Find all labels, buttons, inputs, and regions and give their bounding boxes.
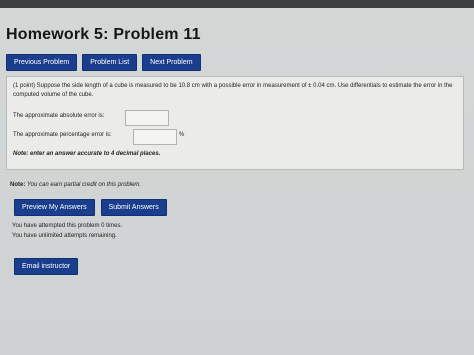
accuracy-note: Note: enter an answer accurate to 4 deci… bbox=[13, 151, 161, 157]
partial-credit-note-text: You can earn partial credit on this prob… bbox=[27, 182, 142, 188]
abs-error-row: The approximate absolute error is: bbox=[13, 110, 104, 122]
problem-panel: (1 point) Suppose the side length of a c… bbox=[6, 76, 464, 170]
problem-list-button[interactable]: Problem List bbox=[82, 54, 138, 71]
next-problem-button[interactable]: Next Problem bbox=[142, 54, 201, 71]
partial-credit-note: Note: You can earn partial credit on thi… bbox=[10, 182, 141, 188]
abs-error-label: The approximate absolute error is: bbox=[13, 113, 105, 119]
browser-top-strip bbox=[0, 0, 474, 8]
previous-problem-button[interactable]: Previous Problem bbox=[6, 54, 78, 71]
pct-error-row: The approximate percentage error is: bbox=[13, 129, 112, 141]
attempts-remaining-text: You have unlimited attempts remaining. bbox=[12, 233, 117, 239]
percent-unit-label: % bbox=[179, 132, 185, 138]
email-instructor-button[interactable]: Email instructor bbox=[14, 258, 79, 275]
submit-row: Preview My Answers Submit Answers bbox=[14, 199, 167, 216]
abs-error-input[interactable] bbox=[125, 110, 169, 126]
partial-credit-note-prefix: Note: bbox=[10, 182, 26, 188]
problem-statement: (1 point) Suppose the side length of a c… bbox=[13, 83, 453, 98]
attempts-count-text: You have attempted this problem 0 times. bbox=[12, 223, 123, 229]
pct-error-input[interactable] bbox=[133, 129, 177, 145]
submit-answers-button[interactable]: Submit Answers bbox=[100, 199, 167, 216]
pct-error-label: The approximate percentage error is: bbox=[13, 132, 112, 138]
preview-answers-button[interactable]: Preview My Answers bbox=[14, 199, 95, 216]
problem-nav: Previous Problem Problem List Next Probl… bbox=[6, 54, 201, 71]
page-title: Homework 5: Problem 11 bbox=[6, 26, 201, 43]
